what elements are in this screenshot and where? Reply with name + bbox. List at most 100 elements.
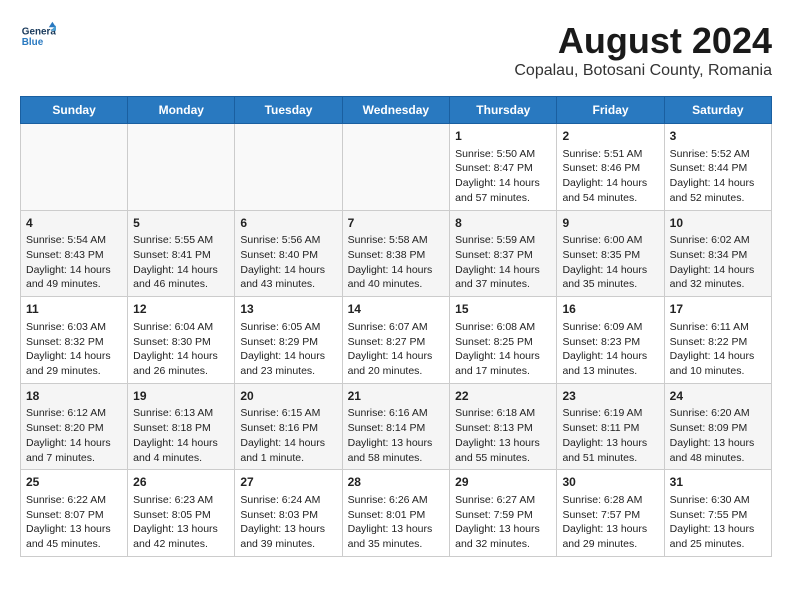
col-header-tuesday: Tuesday (235, 97, 342, 124)
calendar-cell: 19Sunrise: 6:13 AM Sunset: 8:18 PM Dayli… (128, 383, 235, 470)
calendar-cell (21, 124, 128, 211)
day-info: Sunrise: 6:15 AM Sunset: 8:16 PM Dayligh… (240, 406, 336, 465)
day-info: Sunrise: 6:08 AM Sunset: 8:25 PM Dayligh… (455, 320, 551, 379)
day-number: 4 (26, 215, 122, 232)
calendar-cell (235, 124, 342, 211)
day-info: Sunrise: 6:04 AM Sunset: 8:30 PM Dayligh… (133, 320, 229, 379)
day-number: 30 (562, 474, 658, 491)
day-info: Sunrise: 6:13 AM Sunset: 8:18 PM Dayligh… (133, 406, 229, 465)
col-header-saturday: Saturday (664, 97, 771, 124)
calendar-cell: 14 Sunrise: 6:07 AM Sunset: 8:27 PM Dayli… (342, 297, 450, 384)
calendar-cell: 9Sunrise: 6:00 AM Sunset: 8:35 PM Daylig… (557, 210, 664, 297)
svg-text:General: General (22, 26, 56, 37)
calendar-cell: 5Sunrise: 5:55 AM Sunset: 8:41 PM Daylig… (128, 210, 235, 297)
col-header-monday: Monday (128, 97, 235, 124)
col-header-wednesday: Wednesday (342, 97, 450, 124)
day-info: Sunrise: 6:26 AM Sunset: 8:01 PM Dayligh… (348, 493, 445, 552)
day-info: Sunrise: 6:02 AM Sunset: 8:34 PM Dayligh… (670, 233, 766, 292)
day-info: Sunrise: 6:11 AM Sunset: 8:22 PM Dayligh… (670, 320, 766, 379)
day-number: 26 (133, 474, 229, 491)
day-number: 14 (348, 301, 445, 318)
day-info: Sunrise: 6:28 AM Sunset: 7:57 PM Dayligh… (562, 493, 658, 552)
day-number: 31 (670, 474, 766, 491)
day-number: 22 (455, 388, 551, 405)
calendar-cell: 12 Sunrise: 6:04 AM Sunset: 8:30 PM Dayli… (128, 297, 235, 384)
calendar-cell: 3 Sunrise: 5:52 AM Sunset: 8:44 PM Daylig… (664, 124, 771, 211)
day-number: 16 (562, 301, 658, 318)
day-info: Sunrise: 5:54 AM Sunset: 8:43 PM Dayligh… (26, 233, 122, 292)
calendar-cell: 17 Sunrise: 6:11 AM Sunset: 8:22 PM Dayli… (664, 297, 771, 384)
day-number: 24 (670, 388, 766, 405)
day-number: 9 (562, 215, 658, 232)
day-info: Sunrise: 6:03 AM Sunset: 8:32 PM Dayligh… (26, 320, 122, 379)
day-info: Sunrise: 6:27 AM Sunset: 7:59 PM Dayligh… (455, 493, 551, 552)
calendar-cell: 6Sunrise: 5:56 AM Sunset: 8:40 PM Daylig… (235, 210, 342, 297)
page-subtitle: Copalau, Botosani County, Romania (514, 62, 772, 80)
calendar-week-4: 18Sunrise: 6:12 AM Sunset: 8:20 PM Dayli… (21, 383, 772, 470)
col-header-sunday: Sunday (21, 97, 128, 124)
day-number: 29 (455, 474, 551, 491)
day-number: 3 (670, 128, 766, 145)
day-info: Sunrise: 6:00 AM Sunset: 8:35 PM Dayligh… (562, 233, 658, 292)
calendar-cell: 30 Sunrise: 6:28 AM Sunset: 7:57 PM Dayli… (557, 470, 664, 557)
day-number: 12 (133, 301, 229, 318)
day-info: Sunrise: 6:12 AM Sunset: 8:20 PM Dayligh… (26, 406, 122, 465)
calendar-cell: 26 Sunrise: 6:23 AM Sunset: 8:05 PM Dayli… (128, 470, 235, 557)
calendar-cell: 10Sunrise: 6:02 AM Sunset: 8:34 PM Dayli… (664, 210, 771, 297)
day-info: Sunrise: 6:23 AM Sunset: 8:05 PM Dayligh… (133, 493, 229, 552)
calendar-week-1: 1Sunrise: 5:50 AM Sunset: 8:47 PM Daylig… (21, 124, 772, 211)
calendar-cell: 24Sunrise: 6:20 AM Sunset: 8:09 PM Dayli… (664, 383, 771, 470)
day-info: Sunrise: 6:09 AM Sunset: 8:23 PM Dayligh… (562, 320, 658, 379)
calendar-cell: 22Sunrise: 6:18 AM Sunset: 8:13 PM Dayli… (450, 383, 557, 470)
day-number: 6 (240, 215, 336, 232)
calendar-cell: 27Sunrise: 6:24 AM Sunset: 8:03 PM Dayli… (235, 470, 342, 557)
calendar-cell: 16 Sunrise: 6:09 AM Sunset: 8:23 PM Dayli… (557, 297, 664, 384)
day-info: Sunrise: 6:19 AM Sunset: 8:11 PM Dayligh… (562, 406, 658, 465)
day-number: 17 (670, 301, 766, 318)
day-info: Sunrise: 6:16 AM Sunset: 8:14 PM Dayligh… (348, 406, 445, 465)
page-header: General Blue August 2024 Copalau, Botosa… (20, 20, 772, 80)
day-info: Sunrise: 5:55 AM Sunset: 8:41 PM Dayligh… (133, 233, 229, 292)
day-number: 7 (348, 215, 445, 232)
calendar-header-row: SundayMondayTuesdayWednesdayThursdayFrid… (21, 97, 772, 124)
day-number: 21 (348, 388, 445, 405)
col-header-friday: Friday (557, 97, 664, 124)
day-number: 1 (455, 128, 551, 145)
calendar-cell: 29 Sunrise: 6:27 AM Sunset: 7:59 PM Dayli… (450, 470, 557, 557)
calendar-cell: 11 Sunrise: 6:03 AM Sunset: 8:32 PM Dayli… (21, 297, 128, 384)
calendar-cell: 25 Sunrise: 6:22 AM Sunset: 8:07 PM Dayli… (21, 470, 128, 557)
day-number: 19 (133, 388, 229, 405)
day-info: Sunrise: 6:05 AM Sunset: 8:29 PM Dayligh… (240, 320, 336, 379)
col-header-thursday: Thursday (450, 97, 557, 124)
calendar-cell: 13Sunrise: 6:05 AM Sunset: 8:29 PM Dayli… (235, 297, 342, 384)
day-info: Sunrise: 5:51 AM Sunset: 8:46 PM Dayligh… (562, 147, 658, 206)
logo: General Blue (20, 20, 56, 56)
calendar-cell: 7Sunrise: 5:58 AM Sunset: 8:38 PM Daylig… (342, 210, 450, 297)
calendar-week-2: 4Sunrise: 5:54 AM Sunset: 8:43 PM Daylig… (21, 210, 772, 297)
logo-icon: General Blue (20, 20, 56, 56)
day-info: Sunrise: 6:07 AM Sunset: 8:27 PM Dayligh… (348, 320, 445, 379)
calendar-cell: 31 Sunrise: 6:30 AM Sunset: 7:55 PM Dayli… (664, 470, 771, 557)
calendar-cell: 21Sunrise: 6:16 AM Sunset: 8:14 PM Dayli… (342, 383, 450, 470)
day-info: Sunrise: 6:30 AM Sunset: 7:55 PM Dayligh… (670, 493, 766, 552)
day-number: 23 (562, 388, 658, 405)
calendar-cell: 18Sunrise: 6:12 AM Sunset: 8:20 PM Dayli… (21, 383, 128, 470)
day-info: Sunrise: 5:52 AM Sunset: 8:44 PM Dayligh… (670, 147, 766, 206)
calendar-cell (342, 124, 450, 211)
day-info: Sunrise: 5:56 AM Sunset: 8:40 PM Dayligh… (240, 233, 336, 292)
day-info: Sunrise: 6:18 AM Sunset: 8:13 PM Dayligh… (455, 406, 551, 465)
day-info: Sunrise: 6:24 AM Sunset: 8:03 PM Dayligh… (240, 493, 336, 552)
day-number: 15 (455, 301, 551, 318)
day-number: 8 (455, 215, 551, 232)
day-number: 11 (26, 301, 122, 318)
day-number: 20 (240, 388, 336, 405)
day-number: 10 (670, 215, 766, 232)
calendar-cell: 28Sunrise: 6:26 AM Sunset: 8:01 PM Dayli… (342, 470, 450, 557)
calendar-table: SundayMondayTuesdayWednesdayThursdayFrid… (20, 96, 772, 557)
day-number: 25 (26, 474, 122, 491)
day-info: Sunrise: 6:22 AM Sunset: 8:07 PM Dayligh… (26, 493, 122, 552)
day-number: 5 (133, 215, 229, 232)
svg-text:Blue: Blue (22, 37, 44, 48)
calendar-week-5: 25 Sunrise: 6:22 AM Sunset: 8:07 PM Dayli… (21, 470, 772, 557)
calendar-cell: 1Sunrise: 5:50 AM Sunset: 8:47 PM Daylig… (450, 124, 557, 211)
